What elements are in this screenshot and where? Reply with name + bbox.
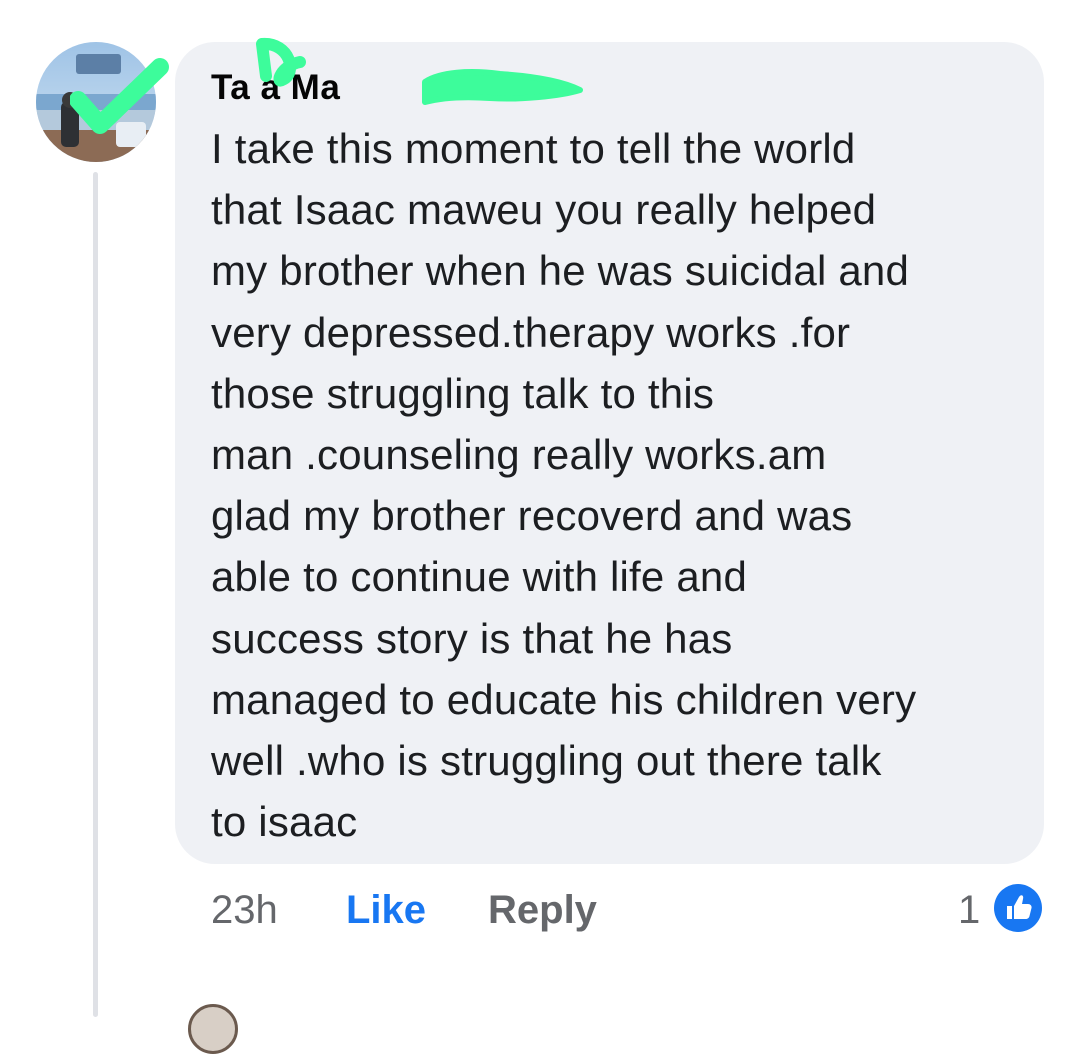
reply-button[interactable]: Reply [488, 885, 597, 935]
comment-text: I take this moment to tell the world tha… [211, 125, 917, 846]
next-comment-avatar[interactable] [188, 1004, 238, 1054]
reaction-count[interactable]: 1 [958, 885, 980, 935]
comment-actions: 23h Like Reply [0, 885, 1067, 935]
redaction-scribble [256, 38, 583, 105]
reaction-badge[interactable] [992, 882, 1044, 934]
comment-timestamp[interactable]: 23h [211, 885, 278, 935]
like-button[interactable]: Like [346, 885, 426, 935]
redaction-checkmark [70, 58, 169, 134]
thumbs-up-icon [994, 884, 1042, 932]
